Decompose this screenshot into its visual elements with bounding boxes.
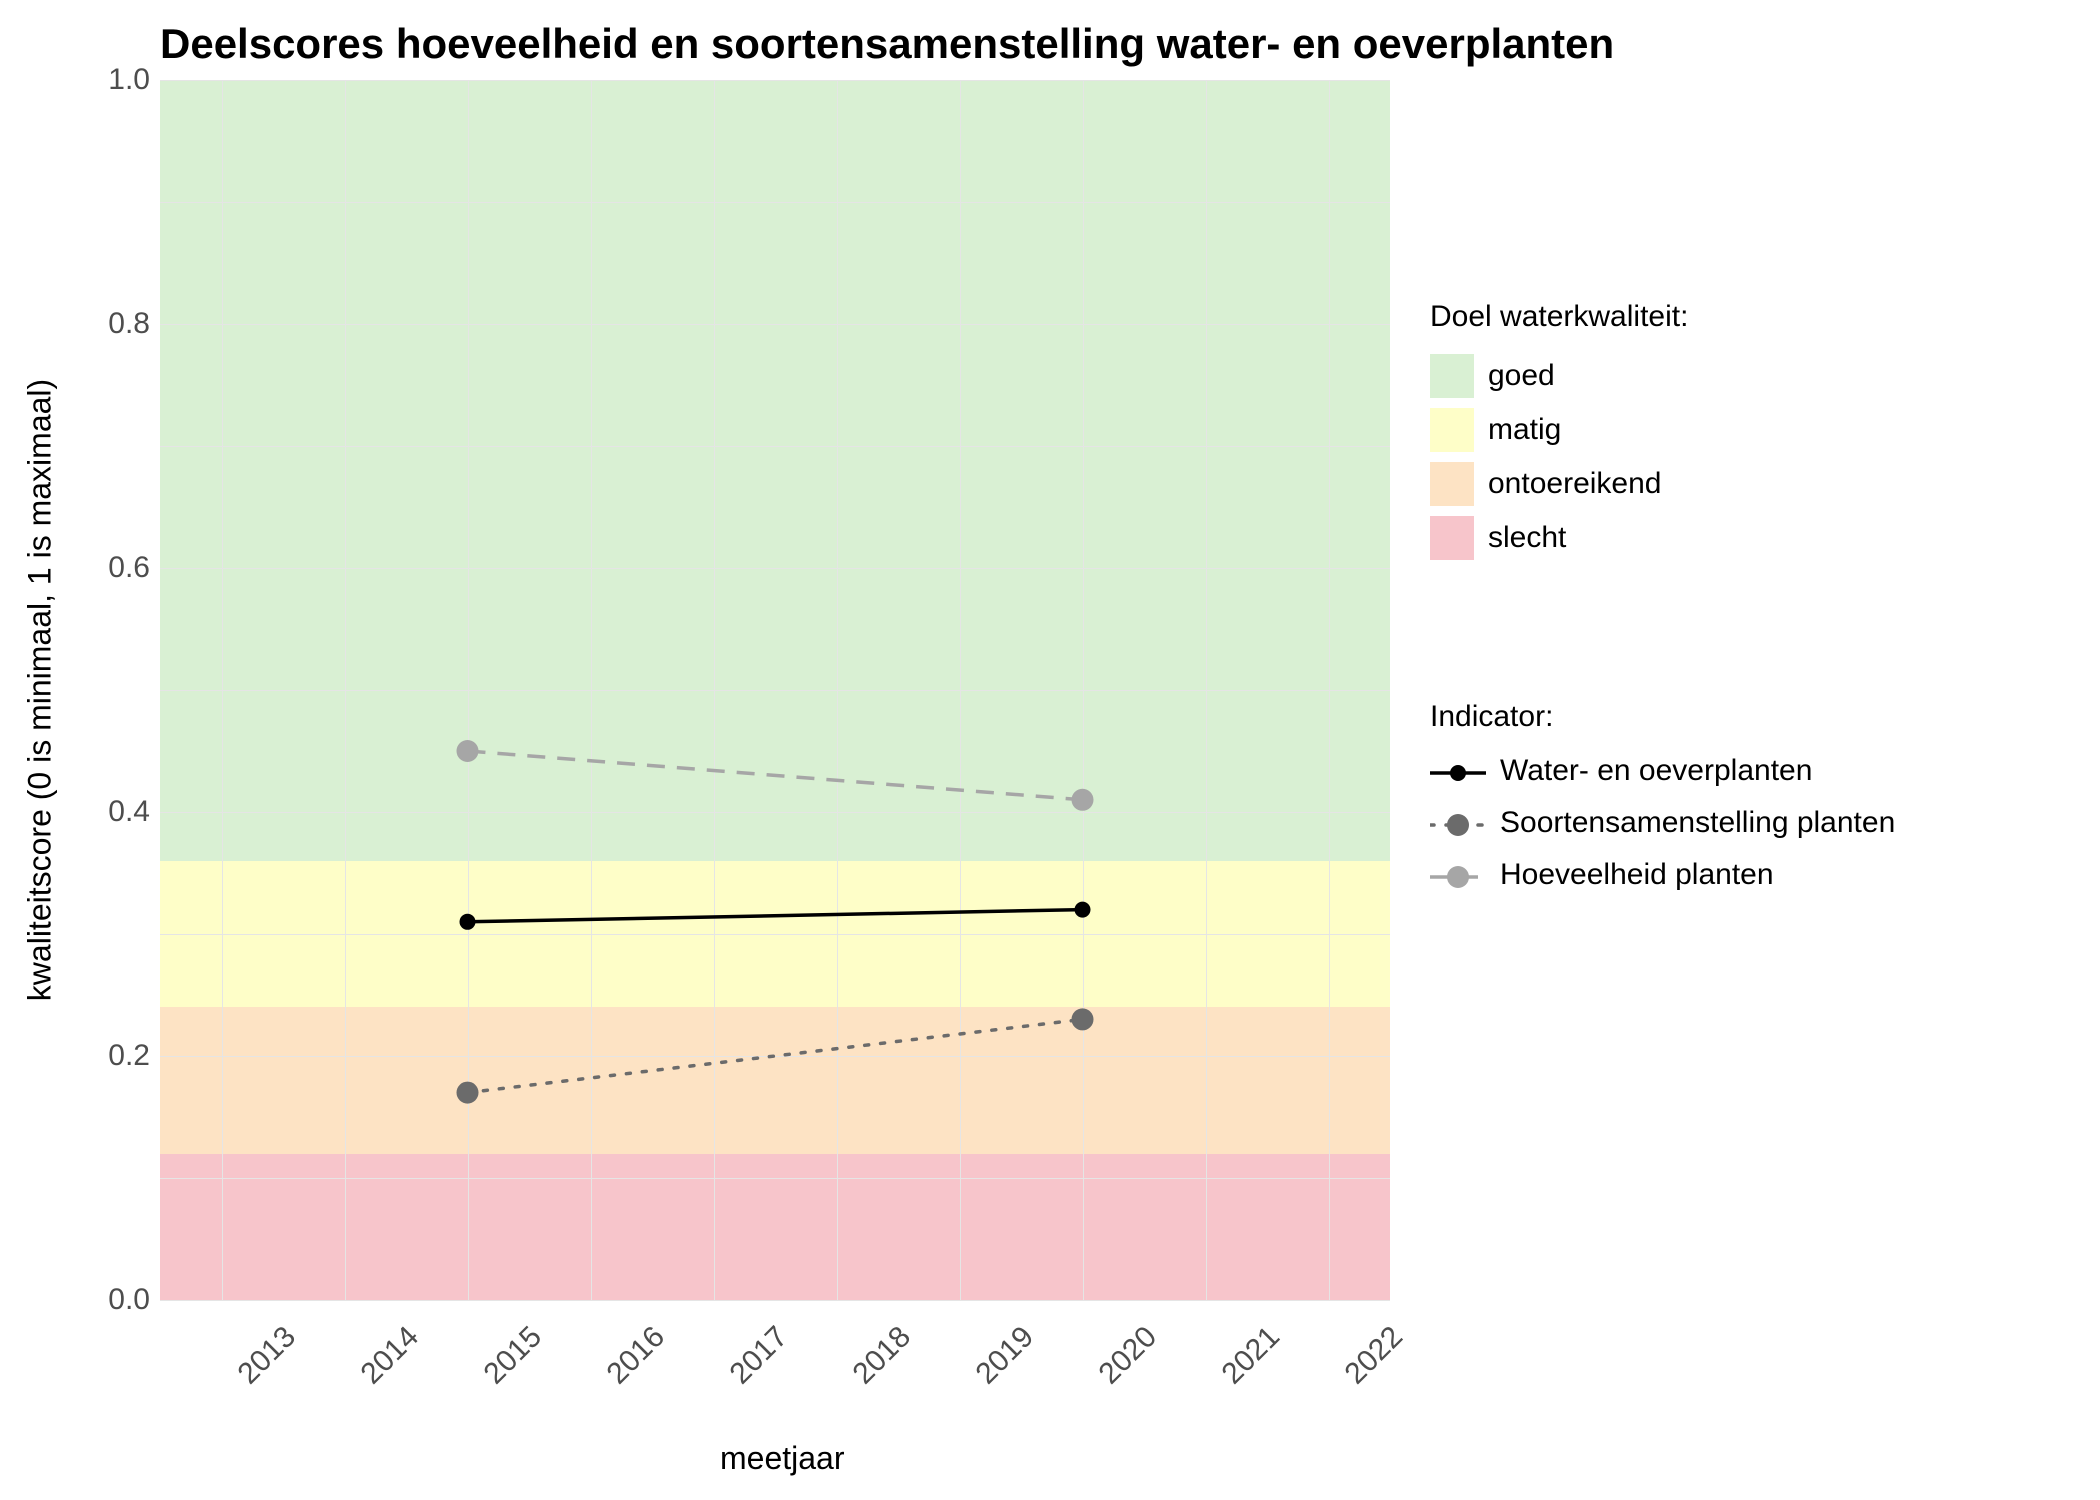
legend-label: goed xyxy=(1488,359,1555,393)
legend-indicator-title: Indicator: xyxy=(1430,700,1895,734)
plot-svg xyxy=(160,80,1390,1300)
plot-area xyxy=(160,80,1390,1300)
x-tick-label: 2017 xyxy=(723,1320,794,1391)
legend-swatch xyxy=(1430,516,1474,560)
x-tick-label: 2013 xyxy=(231,1320,302,1391)
legend-swatch xyxy=(1430,408,1474,452)
x-tick-label: 2019 xyxy=(969,1320,1040,1391)
legend-swatch xyxy=(1430,759,1486,783)
legend-indicator-item: Water- en oeverplanten xyxy=(1430,754,1895,788)
x-tick-label: 2021 xyxy=(1215,1320,1286,1391)
legend-quality-item: matig xyxy=(1430,408,1688,452)
x-tick-label: 2016 xyxy=(600,1320,671,1391)
x-tick-label: 2015 xyxy=(477,1320,548,1391)
y-tick-label: 0.2 xyxy=(90,1039,150,1073)
series-point xyxy=(1075,902,1091,918)
y-tick-label: 1.0 xyxy=(90,63,150,97)
legend-quality-item: ontoereikend xyxy=(1430,462,1688,506)
x-tick-label: 2020 xyxy=(1092,1320,1163,1391)
legend-label: slecht xyxy=(1488,521,1566,555)
x-axis-label: meetjaar xyxy=(720,1440,845,1477)
series-point xyxy=(1072,1008,1094,1030)
x-tick-label: 2018 xyxy=(846,1320,917,1391)
legend-swatch xyxy=(1430,863,1486,887)
chart-title: Deelscores hoeveelheid en soortensamenst… xyxy=(160,20,1614,68)
legend-quality-title: Doel waterkwaliteit: xyxy=(1430,300,1688,334)
legend-label: matig xyxy=(1488,413,1561,447)
legend-label: Soortensamenstelling planten xyxy=(1500,806,1895,840)
legend-quality: Doel waterkwaliteit: goed matig ontoereike… xyxy=(1430,300,1688,570)
y-tick-label: 0.6 xyxy=(90,551,150,585)
legend-quality-item: slecht xyxy=(1430,516,1688,560)
legend-swatch xyxy=(1430,354,1474,398)
series-point xyxy=(460,914,476,930)
legend-label: ontoereikend xyxy=(1488,467,1661,501)
legend-indicator: Indicator: Water- en oeverplanten Soorten… xyxy=(1430,700,1895,910)
legend-label: Hoeveelheid planten xyxy=(1500,858,1774,892)
x-tick-label: 2014 xyxy=(354,1320,425,1391)
legend-swatch xyxy=(1430,462,1474,506)
y-tick-label: 0.8 xyxy=(90,307,150,341)
legend-indicator-item: Soortensamenstelling planten xyxy=(1430,806,1895,840)
series-line xyxy=(468,751,1083,800)
series-point xyxy=(1072,789,1094,811)
series-line xyxy=(468,910,1083,922)
series-line xyxy=(468,1019,1083,1092)
legend-quality-item: goed xyxy=(1430,354,1688,398)
y-tick-label: 0.4 xyxy=(90,795,150,829)
x-tick-label: 2022 xyxy=(1338,1320,1409,1391)
series-point xyxy=(457,1082,479,1104)
y-tick-label: 0.0 xyxy=(90,1283,150,1317)
series-point xyxy=(457,740,479,762)
legend-label: Water- en oeverplanten xyxy=(1500,754,1812,788)
y-axis-label: kwaliteitscore (0 is minimaal, 1 is maxi… xyxy=(22,379,59,1001)
legend-indicator-item: Hoeveelheid planten xyxy=(1430,858,1895,892)
legend-swatch xyxy=(1430,811,1486,835)
gridline-h xyxy=(160,1300,1390,1301)
chart-container: Deelscores hoeveelheid en soortensamenst… xyxy=(0,0,2100,1500)
